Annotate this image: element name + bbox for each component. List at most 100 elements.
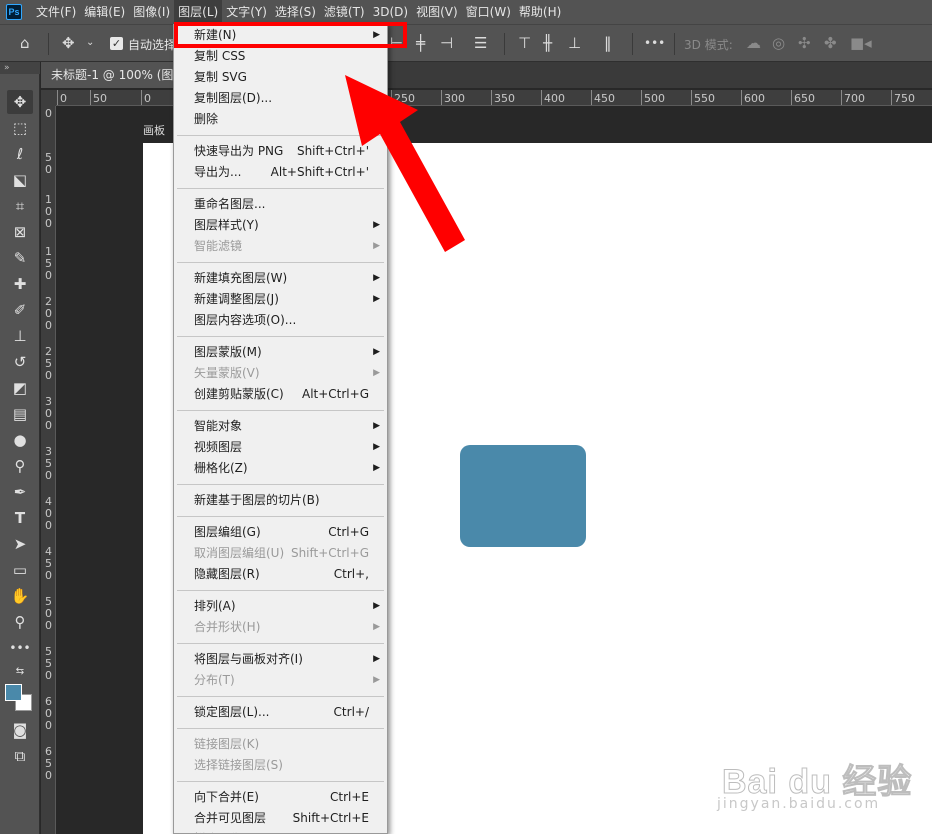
layer-menu-item[interactable]: 锁定图层(L)... Ctrl+/ [175,702,386,723]
distribute-vertical-icon[interactable]: ‖ [604,35,612,51]
3d-slide-icon[interactable]: ✤ [824,35,837,51]
toolbar-collapse-handle[interactable]: » [0,62,40,74]
type-tool-icon[interactable]: T [7,506,33,530]
layer-menu-item[interactable]: 视频图层 ▶ [175,437,386,458]
align-top-icon[interactable]: ⊤ [518,35,531,51]
auto-select-checkbox[interactable]: ✓ [110,37,123,50]
move-tool-icon[interactable]: ✥ [7,90,33,114]
layer-menu-item[interactable]: 隐藏图层(R) Ctrl+, [175,564,386,585]
layer-menu-item[interactable]: 向下合并(E) Ctrl+E [175,787,386,808]
menu-item-label: 隐藏图层(R) [194,567,260,581]
3d-camera-icon[interactable]: ■◂ [850,35,872,51]
ruler-tick: 100 [45,193,52,230]
layer-menu-item[interactable]: 图层蒙版(M) ▶ [175,342,386,363]
crop-tool-icon[interactable]: ⌗ [7,194,33,218]
edit-toolbar-icon[interactable]: ••• [7,636,33,660]
3d-rotate-icon[interactable]: ☁ [746,35,761,51]
move-tool-icon[interactable]: ✥ [62,35,75,51]
quick-mask-icon[interactable]: ◙ [7,718,33,742]
align-right-icon[interactable]: ⊣ [440,35,453,51]
ruler-tick: 50 [45,151,52,176]
menu-image[interactable]: 图像(I) [129,0,174,24]
screen-mode-icon[interactable]: ⧉ [7,744,33,768]
lasso-tool-icon[interactable]: ℓ [7,142,33,166]
layer-menu-item[interactable]: 图层编组(G) Ctrl+G [175,522,386,543]
menu-layer[interactable]: 图层(L) [174,0,223,24]
align-bottom-icon[interactable]: ⊥ [568,35,581,51]
swap-colors-icon[interactable]: ⇆ [7,660,33,684]
menu-help[interactable]: 帮助(H) [515,0,565,24]
menu-item-label: 图层样式(Y) [194,218,259,232]
layer-menu-item[interactable]: 将图层与画板对齐(I) ▶ [175,649,386,670]
layer-menu-item[interactable]: 拼合图像(F) [175,829,386,833]
3d-roll-icon[interactable]: ◎ [772,35,785,51]
ruler-corner [41,90,56,106]
dodge-tool-icon[interactable]: ⚲ [7,454,33,478]
menu-item-label: 将图层与画板对齐(I) [194,652,303,666]
chevron-down-icon[interactable]: ⌄ [86,35,94,51]
layer-menu-item[interactable]: 新建调整图层(J) ▶ [175,289,386,310]
menu-item-label: 矢量蒙版(V) [194,366,260,380]
layer-menu-item[interactable]: 新建填充图层(W) ▶ [175,268,386,289]
menu-item-label: 锁定图层(L)... [194,705,270,719]
rounded-rectangle-shape[interactable] [460,445,586,547]
marquee-tool-icon[interactable]: ⬚ [7,116,33,140]
menu-3d[interactable]: 3D(D) [369,0,412,24]
layer-menu-item[interactable]: 新建基于图层的切片(B) [175,490,386,511]
menu-window[interactable]: 窗口(W) [462,0,515,24]
layer-menu-item[interactable]: 创建剪贴蒙版(C) Alt+Ctrl+G [175,384,386,405]
submenu-arrow-icon: ▶ [373,601,380,611]
submenu-arrow-icon: ▶ [373,622,380,632]
eyedropper-tool-icon[interactable]: ✎ [7,246,33,270]
clone-stamp-tool-icon[interactable]: ⊥ [7,324,33,348]
align-vertical-center-icon[interactable]: ╫ [543,35,552,51]
path-selection-tool-icon[interactable]: ➤ [7,532,33,556]
ruler-tick: 0 [57,90,67,105]
menu-item-label: 图层内容选项(O)... [194,313,297,327]
pen-tool-icon[interactable]: ✒ [7,480,33,504]
eraser-tool-icon[interactable]: ◩ [7,376,33,400]
more-options-icon[interactable]: ••• [644,35,665,51]
layer-menu-item: 合并形状(H) ▶ [175,617,386,638]
layer-menu-item[interactable]: 复制 CSS [175,46,386,67]
document-tab[interactable]: 未标题-1 @ 100% (图层 [41,62,181,88]
menu-filter[interactable]: 滤镜(T) [320,0,369,24]
menu-view[interactable]: 视图(V) [412,0,462,24]
layer-menu-item[interactable]: 图层内容选项(O)... [175,310,386,331]
foreground-color-swatch[interactable] [5,684,22,701]
home-icon[interactable]: ⌂ [20,35,30,51]
align-horizontal-center-icon[interactable]: ╪ [416,35,425,51]
baidu-watermark: Bai du 经验 jingyan.baidu.com [712,736,912,826]
gradient-tool-icon[interactable]: ▤ [7,402,33,426]
brush-tool-icon[interactable]: ✐ [7,298,33,322]
healing-brush-tool-icon[interactable]: ✚ [7,272,33,296]
3d-pan-icon[interactable]: ✣ [798,35,811,51]
zoom-tool-icon[interactable]: ⚲ [7,610,33,634]
frame-tool-icon[interactable]: ⊠ [7,220,33,244]
blur-tool-icon[interactable]: ● [7,428,33,452]
hand-tool-icon[interactable]: ✋ [7,584,33,608]
3d-mode-label: 3D 模式: [684,38,733,52]
menu-item-shortcut: Ctrl+E [330,790,369,804]
rectangle-tool-icon[interactable]: ▭ [7,558,33,582]
menu-select[interactable]: 选择(S) [271,0,320,24]
layer-menu-item[interactable]: 排列(A) ▶ [175,596,386,617]
menu-item-label: 拼合图像(F) [194,829,258,833]
menu-type[interactable]: 文字(Y) [222,0,271,24]
vertical-ruler[interactable]: 0 50 100 150 200 250 300 350 400 450 500… [41,106,56,834]
distribute-icon[interactable]: ☰ [474,35,487,51]
layer-menu-item[interactable]: 栅格化(Z) ▶ [175,458,386,479]
menu-file[interactable]: 文件(F) [32,0,80,24]
menu-item-label: 创建剪贴蒙版(C) [194,387,284,401]
submenu-arrow-icon: ▶ [373,347,380,357]
ruler-tick: 400 [541,90,565,105]
history-brush-tool-icon[interactable]: ↺ [7,350,33,374]
object-selection-tool-icon[interactable]: ⬕ [7,168,33,192]
artboard-label[interactable]: 画板 [143,122,165,138]
layer-menu-item[interactable]: 智能对象 ▶ [175,416,386,437]
submenu-arrow-icon: ▶ [373,273,380,283]
menu-item-label: 分布(T) [194,673,235,687]
layer-menu-item[interactable]: 合并可见图层 Shift+Ctrl+E [175,808,386,829]
menu-item-label: 复制 CSS [194,49,246,63]
menu-edit[interactable]: 编辑(E) [80,0,129,24]
